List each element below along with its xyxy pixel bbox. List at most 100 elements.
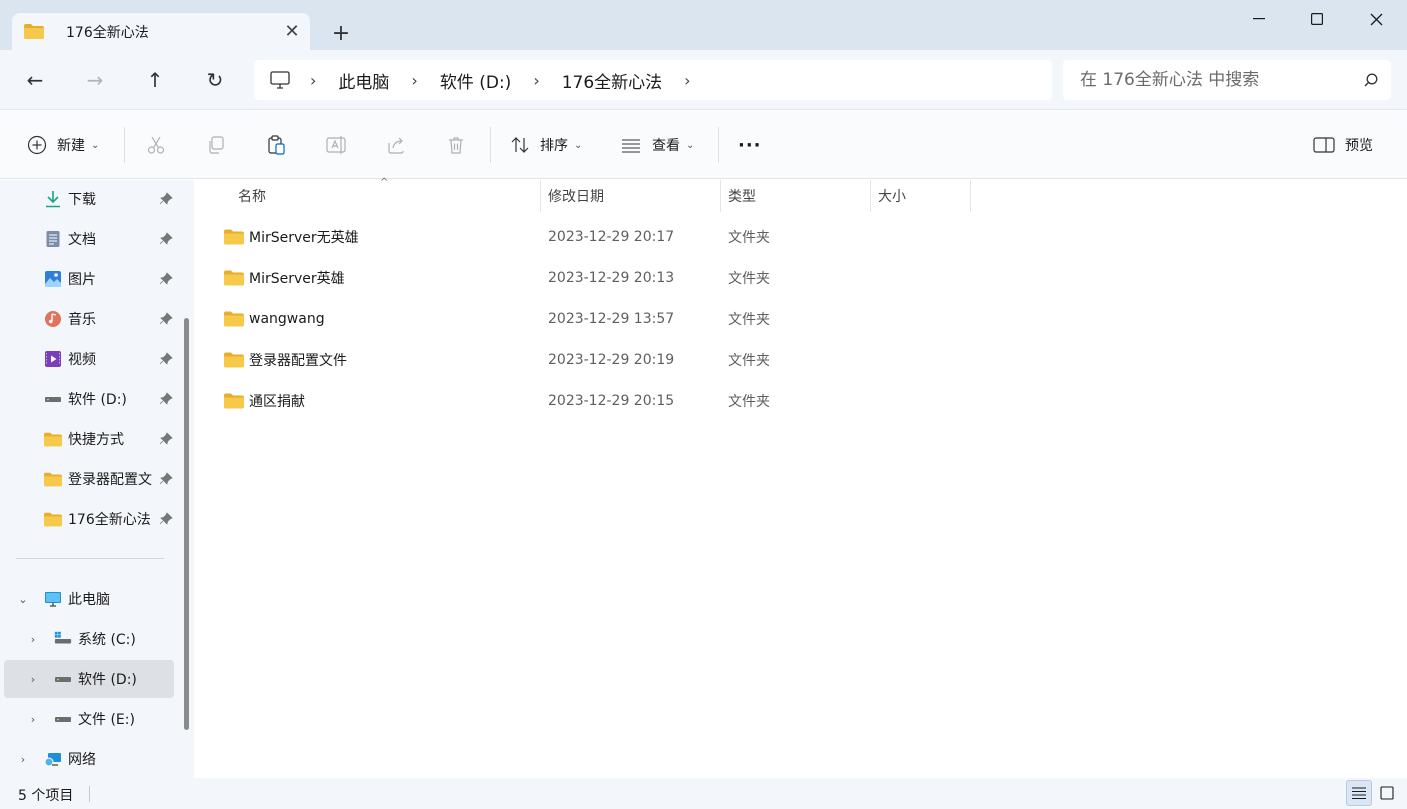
search-icon[interactable] — [1351, 73, 1391, 87]
sidebar-item-drive-d-pinned[interactable]: 软件 (D:) — [44, 380, 174, 418]
up-button[interactable]: ↑ — [138, 65, 172, 95]
computer-icon — [44, 590, 62, 608]
document-icon — [44, 230, 62, 248]
paste-button[interactable] — [266, 129, 286, 161]
rename-button[interactable] — [326, 129, 348, 161]
sidebar-item-current-folder[interactable]: 176全新心法 — [44, 500, 174, 538]
chevron-down-icon[interactable]: ⌄ — [15, 591, 31, 607]
pictures-icon — [44, 270, 62, 288]
new-button[interactable]: 新建 ⌄ — [27, 129, 99, 161]
sidebar-item-videos[interactable]: 视频 — [44, 340, 174, 378]
share-button[interactable] — [386, 129, 406, 161]
pin-icon — [159, 352, 173, 365]
thumbnails-view-button[interactable] — [1374, 780, 1400, 806]
toolbar-divider — [490, 127, 491, 163]
toolbar-divider — [124, 127, 125, 163]
sidebar-item-documents[interactable]: 文档 — [44, 220, 174, 258]
maximize-icon — [1311, 13, 1323, 25]
sidebar-item-drive-e[interactable]: 文件 (E:) — [54, 700, 174, 738]
item-count: 5 个项目 — [18, 788, 74, 804]
file-name: MirServer无英雄 — [249, 230, 359, 246]
folder-icon — [44, 510, 62, 528]
forward-button[interactable]: → — [78, 65, 112, 95]
column-header-size[interactable]: 大小 — [870, 180, 970, 212]
column-header-date[interactable]: 修改日期 — [540, 180, 720, 212]
new-button-label: 新建 — [57, 138, 85, 154]
sidebar-item-downloads[interactable]: 下载 — [44, 180, 174, 218]
breadcrumb-drive-d[interactable]: 软件 (D:) — [440, 68, 512, 93]
preview-pane-icon — [1313, 137, 1335, 153]
address-bar[interactable]: › 此电脑 › 软件 (D:) › 176全新心法 › — [254, 60, 1052, 100]
tab-current-folder[interactable]: 176全新心法 ✕ — [12, 13, 310, 50]
preview-pane-button[interactable]: 预览 — [1313, 129, 1373, 161]
view-button-label: 查看 — [652, 138, 680, 154]
pin-icon — [159, 272, 173, 285]
chevron-right-icon[interactable]: › — [25, 671, 41, 687]
table-row[interactable]: wangwang 2023-12-29 13:57 文件夹 — [216, 300, 976, 338]
share-icon — [388, 137, 404, 154]
breadcrumb-separator[interactable]: › — [684, 71, 690, 90]
copy-button[interactable] — [206, 129, 226, 161]
sidebar-item-shortcuts[interactable]: 快捷方式 — [44, 420, 174, 458]
breadcrumb-separator[interactable]: › — [411, 71, 417, 90]
search-box[interactable] — [1063, 60, 1391, 100]
thumbnails-view-icon — [1380, 786, 1394, 800]
breadcrumb-this-pc[interactable]: 此电脑 — [338, 68, 389, 93]
back-button[interactable]: ← — [18, 65, 52, 95]
file-date: 2023-12-29 13:57 — [548, 311, 675, 327]
chevron-right-icon[interactable]: › — [25, 631, 41, 647]
sidebar-item-label: 网络 — [68, 752, 96, 768]
breadcrumb-separator[interactable]: › — [533, 71, 539, 90]
sidebar-item-music[interactable]: 音乐 — [44, 300, 174, 338]
file-date: 2023-12-29 20:13 — [548, 270, 675, 286]
pin-icon — [159, 432, 173, 445]
table-row[interactable]: MirServer无英雄 2023-12-29 20:17 文件夹 — [216, 218, 976, 256]
breadcrumb-separator[interactable]: › — [310, 71, 316, 90]
sidebar-item-drive-c[interactable]: 系统 (C:) — [54, 620, 174, 658]
table-row[interactable]: MirServer英雄 2023-12-29 20:13 文件夹 — [216, 259, 976, 297]
delete-button[interactable] — [446, 129, 466, 161]
close-window-button[interactable] — [1347, 0, 1405, 38]
sidebar-item-this-pc[interactable]: 此电脑 — [44, 580, 174, 618]
view-button[interactable]: 查看 ⌄ — [621, 129, 694, 161]
chevron-right-icon[interactable]: › — [25, 711, 41, 727]
chevron-down-icon: ⌄ — [686, 139, 695, 151]
chevron-right-icon[interactable]: › — [15, 751, 31, 767]
download-icon — [44, 190, 62, 208]
table-row[interactable]: 登录器配置文件 2023-12-29 20:19 文件夹 — [216, 341, 976, 379]
more-options-button[interactable]: ··· — [738, 129, 762, 161]
details-view-button[interactable] — [1346, 780, 1372, 806]
sidebar-item-label: 视频 — [68, 352, 96, 368]
folder-icon — [44, 430, 62, 448]
sidebar-item-launcher-config[interactable]: 登录器配置文 — [44, 460, 174, 498]
new-tab-button[interactable]: + — [324, 18, 358, 48]
search-input[interactable] — [1080, 70, 1351, 90]
cut-button[interactable] — [146, 129, 166, 161]
file-name: MirServer英雄 — [249, 271, 345, 287]
status-bar: 5 个项目 — [0, 778, 1407, 809]
add-circle-icon — [27, 135, 47, 155]
minimize-button[interactable] — [1230, 0, 1288, 38]
refresh-button[interactable]: ↻ — [198, 65, 232, 95]
details-view-icon — [1352, 787, 1366, 800]
breadcrumb-current-folder[interactable]: 176全新心法 — [562, 68, 662, 93]
column-divider[interactable] — [970, 180, 971, 212]
maximize-button[interactable] — [1288, 0, 1346, 38]
status-divider — [89, 786, 90, 802]
scissors-icon — [147, 136, 165, 154]
table-row[interactable]: 通区捐献 2023-12-29 20:15 文件夹 — [216, 382, 976, 420]
sidebar-scrollbar-thumb[interactable] — [184, 318, 189, 730]
copy-icon — [209, 136, 224, 154]
sort-button[interactable]: 排序 ⌄ — [510, 129, 582, 161]
sidebar-item-network[interactable]: 网络 — [44, 740, 174, 778]
folder-icon — [224, 311, 244, 327]
column-header-type[interactable]: 类型 — [720, 180, 870, 212]
chevron-down-icon: ⌄ — [91, 139, 100, 151]
file-type: 文件夹 — [728, 353, 770, 369]
sidebar-item-label: 软件 (D:) — [68, 392, 127, 408]
tab-close-icon[interactable]: ✕ — [274, 17, 310, 47]
sidebar-item-pictures[interactable]: 图片 — [44, 260, 174, 298]
sidebar-item-label: 登录器配置文 — [68, 472, 152, 488]
music-icon — [44, 310, 62, 328]
column-header-name[interactable]: 名称 — [230, 180, 540, 212]
